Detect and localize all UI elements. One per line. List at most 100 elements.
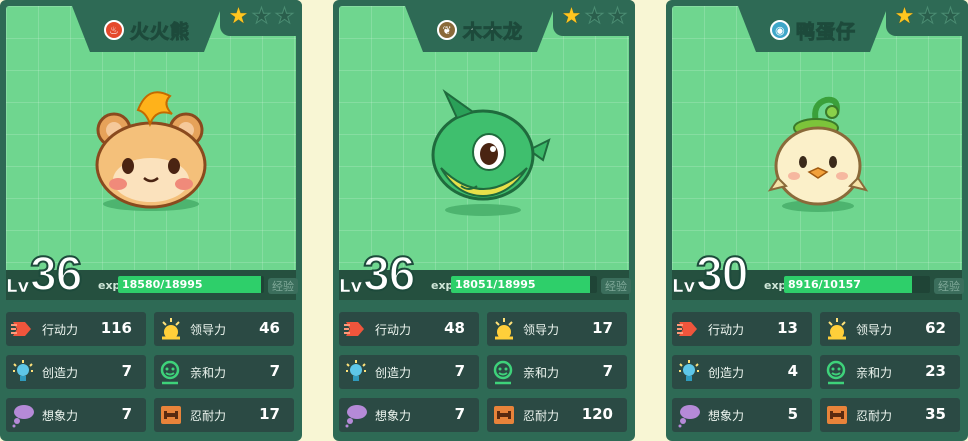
stat-label: 领导力 — [523, 322, 560, 337]
stat-creativity: 创造力 7 — [339, 355, 479, 389]
stat-affinity: 亲和力 7 — [487, 355, 627, 389]
exp-value: 8916/10157 — [788, 278, 861, 291]
creativity-icon — [13, 360, 33, 381]
stat-leadership: 领导力 17 — [487, 312, 627, 346]
stat-value: 46 — [259, 319, 280, 337]
exp-progress-bar: 8916/10157 — [784, 276, 930, 293]
stat-action: 行动力 48 — [339, 312, 479, 346]
stat-value: 7 — [269, 362, 280, 380]
stat-value: 4 — [787, 362, 798, 380]
star-empty-icon: ★ — [274, 4, 295, 30]
stat-value: 48 — [444, 319, 465, 337]
exp-badge: 经验 — [601, 278, 631, 294]
stat-label: 想象力 — [42, 408, 79, 423]
stat-value: 17 — [259, 405, 280, 423]
stat-value: 23 — [925, 362, 946, 380]
pet-name-header: ♨ 火火熊 — [80, 14, 214, 46]
star-filled-icon: ★ — [561, 4, 582, 29]
level-label: Lv — [6, 276, 30, 298]
imagination-icon — [345, 405, 367, 428]
stat-endurance: 忍耐力 35 — [820, 398, 960, 432]
stats-grid: 行动力 48 领导力 17 创造力 7 亲和力 7 想象力 7 忍耐力 120 — [339, 312, 629, 434]
imagination-icon — [12, 405, 34, 428]
stat-label: 领导力 — [856, 322, 893, 337]
stat-value: 116 — [100, 319, 132, 337]
stat-value: 7 — [602, 362, 613, 380]
star-empty-icon: ★ — [917, 4, 938, 30]
stat-label: 行动力 — [42, 322, 79, 337]
stats-grid: 行动力 116 领导力 46 创造力 7 亲和力 7 想象力 7 忍耐力 17 — [6, 312, 296, 434]
stat-value: 7 — [454, 405, 465, 423]
grass-element-icon: ❦ — [436, 20, 457, 40]
stat-value: 7 — [121, 405, 132, 423]
stat-label: 想象力 — [375, 408, 412, 423]
stat-action: 行动力 116 — [6, 312, 146, 346]
star-rating: ★ ★ ★ — [560, 4, 629, 30]
action-icon — [677, 322, 697, 336]
action-icon — [11, 322, 31, 336]
stat-creativity: 创造力 4 — [672, 355, 812, 389]
action-icon — [344, 322, 364, 336]
star-rating: ★ ★ ★ — [893, 4, 962, 30]
pet-name: 鸭蛋仔 — [795, 20, 856, 43]
stat-label: 创造力 — [375, 365, 412, 380]
imagination-icon — [678, 405, 700, 428]
leadership-icon — [162, 318, 180, 340]
stat-leadership: 领导力 46 — [154, 312, 294, 346]
stat-value: 13 — [777, 319, 798, 337]
pet-name: 火火熊 — [129, 20, 190, 43]
stat-value: 7 — [454, 362, 465, 380]
stat-value: 5 — [787, 405, 798, 423]
stat-label: 行动力 — [375, 322, 412, 337]
endurance-icon — [494, 406, 514, 424]
level-label: Lv — [339, 276, 363, 298]
stat-label: 创造力 — [42, 365, 79, 380]
star-empty-icon: ★ — [584, 4, 605, 30]
stat-value: 35 — [925, 405, 946, 423]
stat-label: 忍耐力 — [856, 408, 893, 423]
stat-label: 忍耐力 — [523, 408, 560, 423]
stat-label: 想象力 — [708, 408, 745, 423]
stat-imagination: 想象力 7 — [339, 398, 479, 432]
pet-card-mumulong[interactable]: ❦ 木木龙 ★ ★ ★ Lv 36 exp 18051/18995 经验 行动力… — [333, 0, 635, 441]
leadership-icon — [828, 318, 846, 340]
star-rating: ★ ★ ★ — [227, 4, 296, 30]
stat-label: 忍耐力 — [190, 408, 227, 423]
exp-progress-bar: 18580/18995 — [118, 276, 264, 293]
exp-progress-bar: 18051/18995 — [451, 276, 597, 293]
star-empty-icon: ★ — [607, 4, 628, 30]
stat-creativity: 创造力 7 — [6, 355, 146, 389]
stat-imagination: 想象力 7 — [6, 398, 146, 432]
stat-label: 亲和力 — [190, 365, 227, 380]
stat-value: 120 — [581, 405, 613, 423]
affinity-icon — [493, 360, 513, 385]
exp-badge: 经验 — [934, 278, 964, 294]
level-label: Lv — [672, 276, 696, 298]
stat-label: 亲和力 — [523, 365, 560, 380]
stat-label: 领导力 — [190, 322, 227, 337]
pet-card-yadanzai[interactable]: ◉ 鸭蛋仔 ★ ★ ★ Lv 30 exp 8916/10157 经验 行动力 … — [666, 0, 968, 441]
water-element-icon: ◉ — [769, 20, 790, 40]
endurance-icon — [161, 406, 181, 424]
creativity-icon — [679, 360, 699, 381]
star-filled-icon: ★ — [228, 4, 249, 29]
fire-element-icon: ♨ — [103, 20, 124, 40]
stat-affinity: 亲和力 7 — [154, 355, 294, 389]
stat-endurance: 忍耐力 120 — [487, 398, 627, 432]
pet-name: 木木龙 — [462, 20, 523, 43]
stat-value: 17 — [592, 319, 613, 337]
stat-label: 创造力 — [708, 365, 745, 380]
stat-imagination: 想象力 5 — [672, 398, 812, 432]
stat-label: 行动力 — [708, 322, 745, 337]
stat-leadership: 领导力 62 — [820, 312, 960, 346]
star-empty-icon: ★ — [940, 4, 961, 30]
pet-card-huohuoxiong[interactable]: ♨ 火火熊 ★ ★ ★ Lv 36 exp 18580/18995 经验 行动力… — [0, 0, 302, 441]
affinity-icon — [160, 360, 180, 385]
level-number: 36 — [29, 247, 83, 302]
level-number: 30 — [695, 247, 749, 302]
stat-action: 行动力 13 — [672, 312, 812, 346]
pet-name-header: ◉ 鸭蛋仔 — [746, 14, 880, 46]
exp-value: 18051/18995 — [455, 278, 536, 291]
star-empty-icon: ★ — [251, 4, 272, 30]
exp-badge: 经验 — [268, 278, 298, 294]
